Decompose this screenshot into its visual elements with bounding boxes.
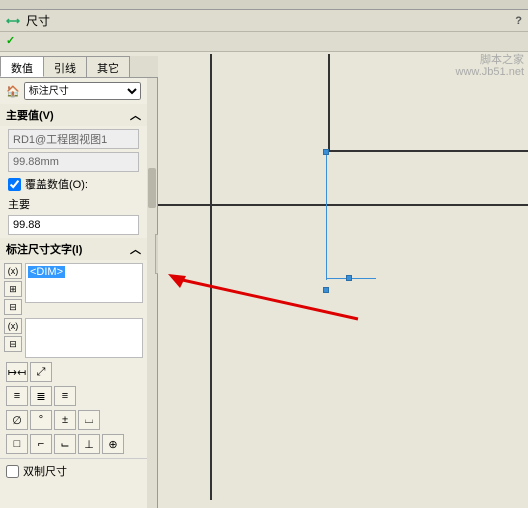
help-button[interactable]: ?	[515, 15, 522, 27]
counterbore-button[interactable]: ⌴	[78, 410, 100, 430]
dimtext-area-1: (x) ⊞ ⊟ <DIM>	[4, 263, 143, 315]
more-symbols-button[interactable]: ⊕	[102, 434, 124, 454]
panel-title: 尺寸	[26, 12, 515, 29]
add-line-button[interactable]: ⊞	[4, 281, 22, 297]
angle-button[interactable]: ⤢	[30, 362, 52, 382]
depth2-button[interactable]: ⌙	[54, 434, 76, 454]
diameter-button[interactable]: ∅	[6, 410, 28, 430]
tab-value[interactable]: 数值	[0, 56, 44, 77]
dimtext-selection: <DIM>	[28, 266, 65, 278]
align-row: ≡ ≣ ≡	[6, 386, 141, 406]
primary-sublabel: 主要	[8, 196, 139, 212]
tab-leader[interactable]: 引线	[43, 56, 87, 77]
dimtext-header[interactable]: 标注尺寸文字(I) ︿	[0, 238, 147, 260]
menu-bar-fragment	[0, 0, 528, 10]
align-left-button[interactable]: ≡	[6, 386, 28, 406]
dual-dim-label: 双制尺寸	[23, 463, 67, 479]
style-row: 🏠 标注尺寸	[0, 78, 147, 104]
plusminus-button[interactable]: ±	[54, 410, 76, 430]
style-select[interactable]: 标注尺寸	[24, 82, 141, 100]
override-value-field[interactable]	[8, 215, 139, 235]
square-button[interactable]: □	[6, 434, 28, 454]
fit-button[interactable]: ↦↤	[6, 362, 28, 382]
chevron-up-icon[interactable]: ︿	[130, 107, 141, 123]
annotation-arrow	[168, 274, 368, 324]
remove-line-button[interactable]: ⊟	[4, 299, 22, 315]
depth1-button[interactable]: ⌐	[30, 434, 52, 454]
property-panel: 🏠 标注尺寸 主要值(V) ︿ 覆盖数值(O): 主要 标注尺寸文字(I) ︿ …	[0, 78, 158, 508]
insert-var-button-2[interactable]: (x)	[4, 318, 22, 334]
ok-button[interactable]: ✓	[6, 35, 15, 47]
axis-horizontal	[158, 204, 528, 206]
vertical-scrollbar[interactable]	[147, 78, 157, 508]
dimtext-input-1[interactable]: <DIM>	[25, 263, 143, 303]
dimension-line-v[interactable]	[326, 152, 327, 280]
symbol-row-2: □ ⌐ ⌙ ⊥ ⊕	[6, 434, 141, 454]
dimtext-header-label: 标注尺寸文字(I)	[6, 241, 82, 257]
tab-other[interactable]: 其它	[86, 56, 130, 77]
drawing-canvas[interactable]: 脚本之家www.Jb51.net	[158, 54, 528, 500]
style-icon: 🏠	[6, 85, 20, 98]
scrollbar-thumb[interactable]	[148, 168, 156, 208]
axis-vertical	[210, 54, 212, 500]
primary-header[interactable]: 主要值(V) ︿	[0, 104, 147, 126]
dimension-handle[interactable]	[323, 149, 329, 155]
remove-line-button-2[interactable]: ⊟	[4, 336, 22, 352]
dimension-name-field[interactable]	[8, 129, 139, 149]
align-right-button[interactable]: ≡	[54, 386, 76, 406]
dimtext-area-2: (x) ⊟	[4, 318, 143, 358]
insert-var-button[interactable]: (x)	[4, 263, 22, 279]
dual-dim-checkbox[interactable]	[6, 465, 19, 478]
part-outline	[328, 54, 528, 152]
confirm-row: ✓	[0, 32, 528, 52]
dimension-icon	[6, 14, 20, 28]
dual-dim-row: 双制尺寸	[0, 458, 147, 483]
primary-header-label: 主要值(V)	[6, 107, 54, 123]
chevron-up-icon[interactable]: ︿	[130, 241, 141, 257]
dimension-handle[interactable]	[323, 287, 329, 293]
dimtext-input-2[interactable]	[25, 318, 143, 358]
dimension-arrow-handle[interactable]	[346, 275, 352, 281]
perp-button[interactable]: ⊥	[78, 434, 100, 454]
symbol-row-1: ∅ ° ± ⌴	[6, 410, 141, 430]
override-label: 覆盖数值(O):	[25, 176, 88, 192]
dimension-value-field[interactable]	[8, 152, 139, 172]
panel-title-row: 尺寸 ?	[0, 10, 528, 32]
override-checkbox[interactable]	[8, 178, 21, 191]
spacing-row: ↦↤ ⤢	[6, 362, 141, 382]
align-center-button[interactable]: ≣	[30, 386, 52, 406]
scroll-area: 🏠 标注尺寸 主要值(V) ︿ 覆盖数值(O): 主要 标注尺寸文字(I) ︿ …	[0, 78, 147, 508]
degree-button[interactable]: °	[30, 410, 52, 430]
